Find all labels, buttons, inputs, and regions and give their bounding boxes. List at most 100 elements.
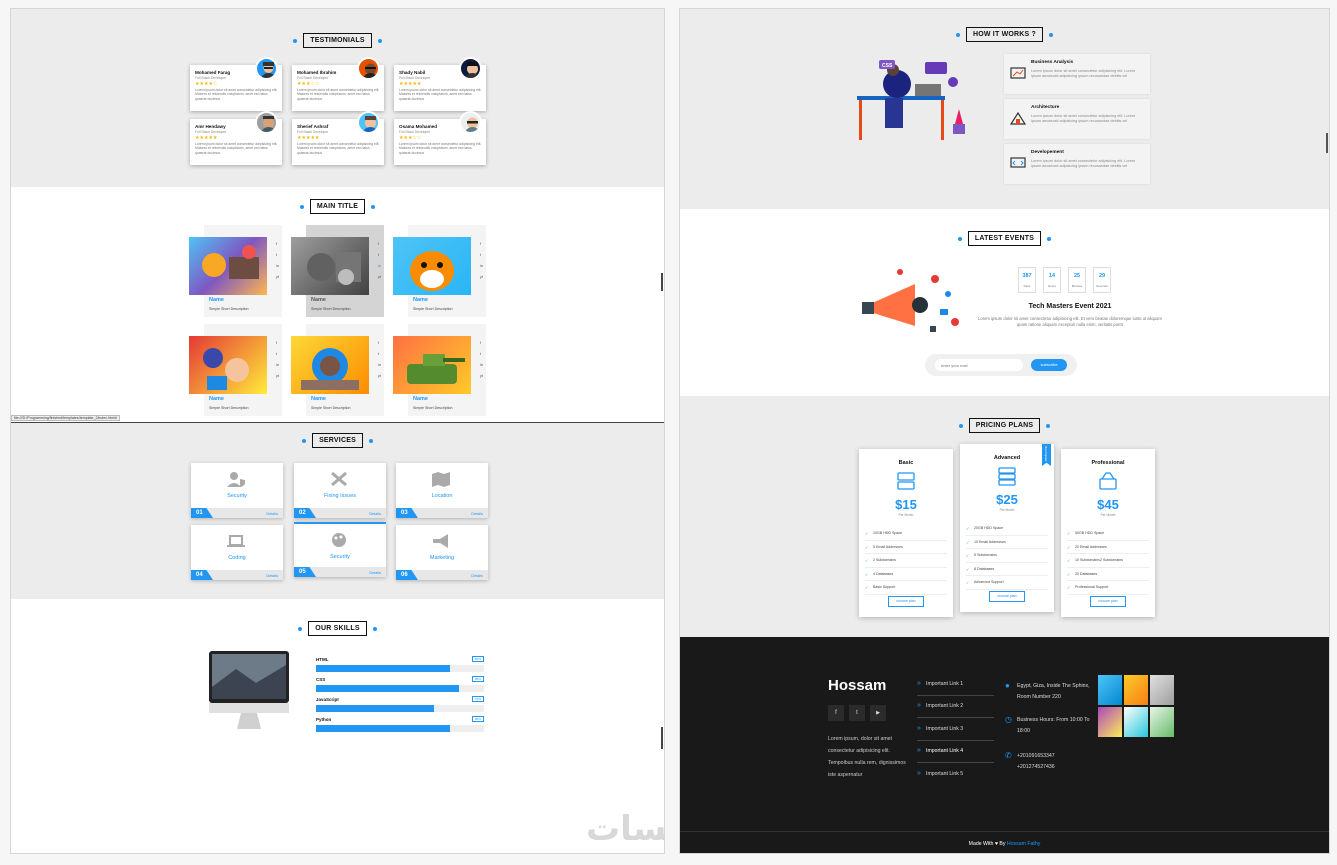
footer-link[interactable]: Important Link 2 [917,702,994,709]
avatar [357,111,380,134]
watermark-logo: خمسات [586,809,665,849]
countdown-seconds: 29 Seconds [1093,267,1111,293]
card-description: Simple Short Description [413,406,453,410]
browser-status-bar: file:///D:/Programming/finished/template… [11,415,120,421]
events-section: LATEST EVENTS 387 Days 14 Hours 25 Minutes … [680,209,1329,396]
main-title-section: MAIN TITLE f t in yt Name Simple Short Desc… [11,187,664,422]
youtube-icon[interactable]: ▶ [870,705,886,721]
service-label: Marketing [429,555,455,561]
gallery-image[interactable] [1150,707,1174,737]
details-link[interactable]: Details [369,512,381,516]
gallery-image[interactable] [1124,675,1148,705]
gallery-image[interactable] [1150,675,1174,705]
countdown-minutes: 25 Minutes [1068,267,1086,293]
service-card[interactable]: Location 03 Details [396,463,488,518]
portfolio-card[interactable]: f t in yt Name Simple Short Description [393,324,486,416]
testimonial-text: Lorem ipsum dolor sit amet consectetur a… [399,88,482,101]
footer-about: Lorem ipsum, dolor sit amet consectetur … [828,736,906,778]
twitter-icon[interactable]: t [849,705,865,721]
testimonial-text: Lorem ipsum dolor sit amet consectetur a… [297,88,380,101]
phone-icon: ✆ [1005,751,1012,760]
details-link[interactable]: Details [471,512,483,516]
card-image [291,336,369,394]
services-title: SERVICES [11,433,664,448]
service-card[interactable]: Fixing Issues 02 Details [294,463,386,518]
footer-gallery [1098,675,1178,739]
events-title: LATEST EVENTS [680,231,1329,246]
social-icons: f t in yt [275,241,279,279]
portfolio-card[interactable]: f t in yt Name Simple Short Description [393,225,486,317]
author-link[interactable]: Hossam Fathy [1007,841,1040,847]
skill-progress-fill [316,665,451,672]
skills-title: OUR SKILLS [11,621,664,636]
main-title-heading: MAIN TITLE [11,199,664,214]
card-name: Name [413,396,428,402]
portfolio-card[interactable]: f t in yt Name Simple Short Description [189,225,282,317]
testimonial-card: Shady Nabil Full Stack Developer ★★★★★ L… [394,57,486,111]
developer-illustration: CSS [855,54,980,144]
scrollbar-thumb[interactable] [661,273,663,291]
choose-plan-button[interactable]: choose plan [989,591,1025,602]
subscribe-button[interactable]: subscribe [1031,359,1067,371]
scrollbar-thumb[interactable] [1326,133,1328,153]
service-card[interactable]: Coding 04 Details [191,525,283,580]
card-image [393,336,471,394]
location-pin-icon: ● [1005,681,1010,690]
architecture-icon [1009,111,1027,125]
service-label: Coding [228,555,246,561]
services-section: SERVICES Security 01 Details Fixing Issu… [11,423,664,599]
portfolio-card[interactable]: f t in yt Name Simple Short Description [291,324,384,416]
skill-item: Python 80% [316,716,484,732]
social-icons: f t in yt [479,340,483,378]
avatar [459,111,482,134]
footer-link[interactable]: Important Link 3 [917,725,994,732]
choose-plan-button[interactable]: choose plan [1090,596,1126,607]
card-image [393,237,471,295]
countdown-hours: 14 Hours [1043,267,1061,293]
footer-link[interactable]: Important Link 1 [917,680,994,687]
bullhorn-icon [432,533,450,553]
avatar [357,57,380,80]
choose-plan-button[interactable]: choose plan [888,596,924,607]
details-link[interactable]: Details [471,574,483,578]
skill-progress-fill [316,705,434,712]
testimonial-card: Amr Hendawy Full Stack Developer ★★★★★ L… [190,111,282,165]
service-card[interactable]: Marketing 06 Details [396,525,488,580]
palette-icon [330,532,348,552]
social-icons: f t in yt [275,340,279,378]
card-image [189,336,267,394]
facebook-icon[interactable]: f [828,705,844,721]
analysis-icon [1010,66,1026,80]
email-input[interactable] [935,359,1023,371]
social-icons: f t in yt [479,241,483,279]
testimonial-text: Lorem ipsum dolor sit amet consectetur a… [195,142,278,155]
scrollbar-thumb[interactable] [661,727,663,749]
testimonial-card: Mohamed Ibrahim Full Stack Developer ★★★… [292,57,384,111]
feature-card: Architecture Lorem ipsum dolor sit amet … [1004,99,1150,139]
address: ● Egypt, Giza, Inside The Sphinx, Room Num… [1005,681,1090,701]
rating-stars: ★★★☆☆ [399,135,422,141]
service-card[interactable]: Security 05 Details [294,522,386,577]
footer-link[interactable]: Important Link 4 [917,747,994,754]
footer-link[interactable]: Important Link 5 [917,770,994,777]
avatar [255,57,278,80]
service-label: Fixing Issues [323,493,357,499]
details-link[interactable]: Details [266,512,278,516]
testimonial-text: Lorem ipsum dolor sit amet consectetur a… [399,142,482,155]
imac-image [191,647,311,737]
portfolio-card[interactable]: f t in yt Name Simple Short Description [189,324,282,416]
details-link[interactable]: Details [369,571,381,575]
footer-brand: Hossam [828,677,887,694]
social-icons: f t in yt [377,241,381,279]
gallery-image[interactable] [1124,707,1148,737]
gallery-image[interactable] [1098,675,1122,705]
skill-progress-fill [316,685,459,692]
details-link[interactable]: Details [266,574,278,578]
how-title: HOW IT WORKS ? [680,27,1329,42]
server-icon [896,471,916,491]
gallery-image[interactable] [1098,707,1122,737]
service-card[interactable]: Security 01 Details [191,463,283,518]
social-icons: f t in yt [377,340,381,378]
portfolio-card[interactable]: f t in yt Name Simple Short Description [291,225,384,317]
card-name: Name [311,396,326,402]
